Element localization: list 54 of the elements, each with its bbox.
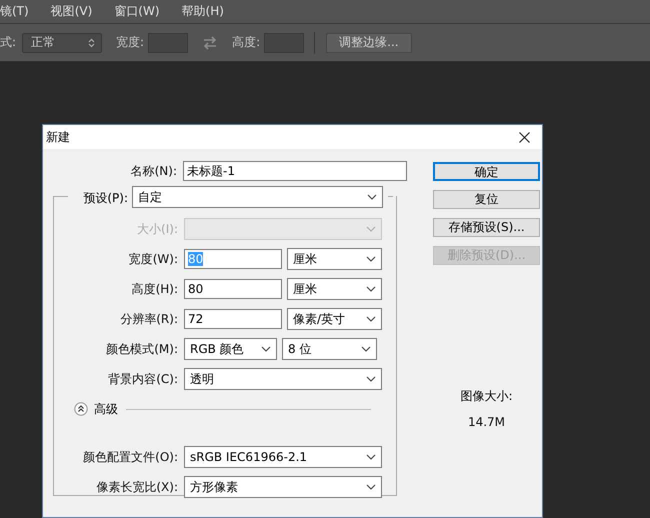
chevron-icon: [366, 226, 376, 232]
field-label: 颜色配置文件(O):: [82, 448, 178, 466]
swap-icon[interactable]: [202, 36, 218, 50]
chevron-icon: [366, 286, 376, 292]
dropdown[interactable]: 方形像素: [184, 476, 382, 498]
image-size-value: 14.7M: [468, 415, 506, 429]
advanced-label: 高级: [94, 400, 118, 418]
number-field[interactable]: 72: [184, 309, 282, 329]
dropdown[interactable]: 透明: [184, 368, 382, 390]
style-select[interactable]: 正常: [22, 32, 102, 52]
unit-dropdown[interactable]: 厘米: [287, 248, 382, 270]
chevron-icon: [361, 346, 371, 352]
field-label: 颜色模式(M):: [105, 340, 178, 358]
unit-dropdown[interactable]: 厘米: [287, 278, 382, 300]
height-field[interactable]: [264, 32, 304, 52]
chevron-icon: [261, 346, 271, 352]
preset-label: 预设(P):: [82, 190, 128, 207]
menu-item[interactable]: 帮助(H): [182, 3, 224, 20]
menu-item[interactable]: 窗口(W): [114, 3, 160, 20]
dialog-button[interactable]: 确定: [433, 162, 540, 181]
style-label: 式:: [0, 34, 16, 51]
chevron-icon: [366, 484, 376, 490]
field-label: 像素长宽比(X):: [95, 478, 178, 496]
window-title: 新建: [46, 128, 70, 146]
menu-item[interactable]: 镜(T): [0, 3, 29, 20]
close-icon[interactable]: [519, 132, 530, 142]
width-field[interactable]: [148, 32, 188, 52]
number-field[interactable]: 80: [184, 279, 282, 299]
chevron-icon: [366, 316, 376, 322]
unit-dropdown[interactable]: 像素/英寸: [287, 308, 382, 330]
chevron-icon: [366, 454, 376, 460]
dropdown[interactable]: sRGB IEC61966-2.1: [184, 446, 382, 468]
refine-edge-button[interactable]: 调整边缘...: [326, 32, 412, 52]
field-label: 大小(I):: [136, 220, 178, 238]
updown-icon: [88, 38, 96, 48]
bit-depth-dropdown[interactable]: 8 位: [282, 338, 377, 360]
field-label: 宽度(W):: [128, 250, 178, 268]
field-label: 背景内容(C):: [107, 370, 178, 388]
image-size-label: 图像大小:: [460, 388, 513, 405]
mode-dropdown[interactable]: RGB 颜色: [184, 338, 277, 360]
name-field[interactable]: 未标题-1: [183, 161, 407, 181]
height-label: 高度:: [232, 34, 260, 51]
field-label: 分辨率(R):: [119, 310, 178, 328]
dialog-button[interactable]: 复位: [433, 190, 540, 209]
chevron-icon: [366, 256, 376, 262]
width-label: 宽度:: [116, 34, 144, 51]
collapse-icon[interactable]: [74, 402, 88, 416]
name-label: 名称(N):: [130, 162, 177, 180]
chevron-icon: [366, 376, 376, 382]
dialog-button[interactable]: 存储预设(S)...: [433, 218, 540, 237]
preset-select[interactable]: 自定: [132, 186, 383, 208]
field-label: 高度(H):: [130, 280, 178, 298]
chevron-icon: [367, 194, 377, 200]
menu-item[interactable]: 视图(V): [50, 3, 92, 20]
